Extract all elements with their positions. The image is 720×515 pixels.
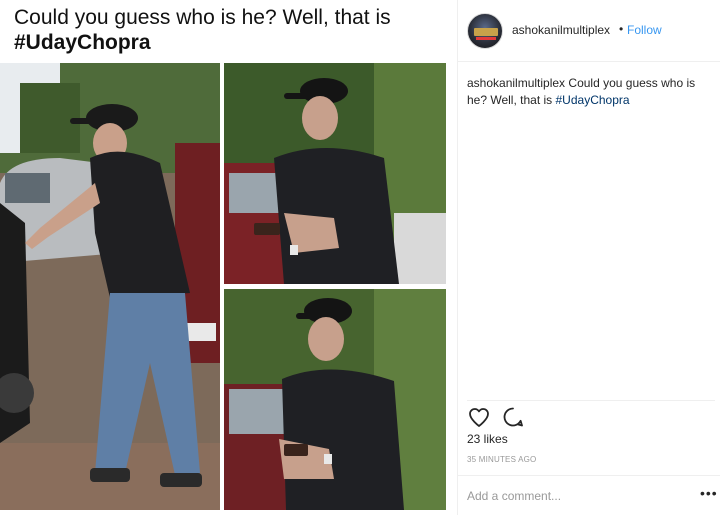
- caption-comment: ashokanilmultiplex Could you guess who i…: [467, 75, 715, 109]
- post-header: ashokanilmultiplex • Follow: [458, 0, 720, 62]
- likes-count[interactable]: 23 likes: [467, 432, 508, 446]
- post-sidebar: ashokanilmultiplex • Follow ashokanilmul…: [457, 0, 720, 515]
- avatar[interactable]: [467, 13, 503, 49]
- post-actions: [467, 400, 715, 430]
- comment-username[interactable]: ashokanilmultiplex: [467, 76, 565, 90]
- comment-icon[interactable]: [501, 405, 525, 429]
- post-media: Could you guess who is he? Well, that is…: [0, 0, 450, 515]
- avatar-logo-accent: [476, 37, 496, 40]
- more-options-icon[interactable]: •••: [700, 485, 718, 501]
- heart-icon[interactable]: [467, 405, 491, 429]
- photo-holding-phone: [224, 63, 446, 284]
- follow-button[interactable]: Follow: [627, 23, 662, 37]
- add-comment-bar: •••: [458, 475, 720, 515]
- post-timestamp: 35 MINUTES AGO: [467, 455, 537, 464]
- photo-walking: [0, 63, 220, 510]
- avatar-logo: [474, 28, 498, 36]
- image-caption-hashtag: #UdayChopra: [14, 31, 151, 54]
- photo-in-trees: [224, 289, 446, 510]
- image-caption-line: Could you guess who is he? Well, that is: [14, 6, 391, 29]
- add-comment-input[interactable]: [467, 486, 687, 506]
- comment-hashtag-link[interactable]: #UdayChopra: [556, 93, 630, 107]
- header-separator: •: [619, 22, 624, 36]
- image-caption: Could you guess who is he? Well, that is…: [14, 5, 444, 55]
- header-username[interactable]: ashokanilmultiplex: [512, 23, 610, 37]
